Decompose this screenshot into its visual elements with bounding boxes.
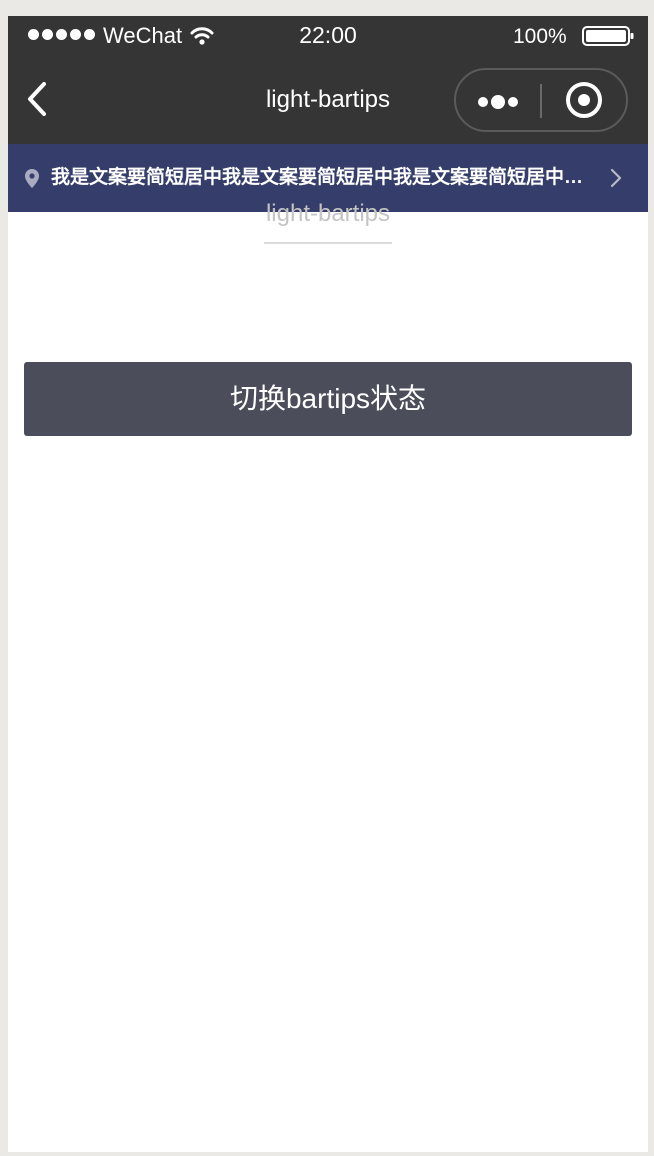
location-pin-icon	[25, 169, 39, 188]
phone-screen: WeChat 22:00 100% light-bartips 我是文案要简短居…	[8, 16, 648, 1152]
capsule-menu	[454, 68, 628, 132]
battery-icon	[582, 26, 634, 46]
battery-percent: 100%	[513, 25, 567, 48]
toggle-bartips-button[interactable]: 切换bartips状态	[24, 362, 632, 436]
navigation-bar: light-bartips	[8, 56, 648, 144]
heading-underline	[264, 242, 392, 244]
page-heading: light-bartips	[265, 200, 391, 227]
more-button[interactable]	[456, 70, 540, 130]
close-miniprogram-button[interactable]	[542, 70, 626, 130]
bartips-text: 我是文案要简短居中我是文案要简短居中我是文案要简短居中我是文案要简短居中	[51, 167, 596, 188]
chevron-right-icon	[610, 168, 622, 188]
status-bar: WeChat 22:00 100%	[8, 16, 648, 56]
